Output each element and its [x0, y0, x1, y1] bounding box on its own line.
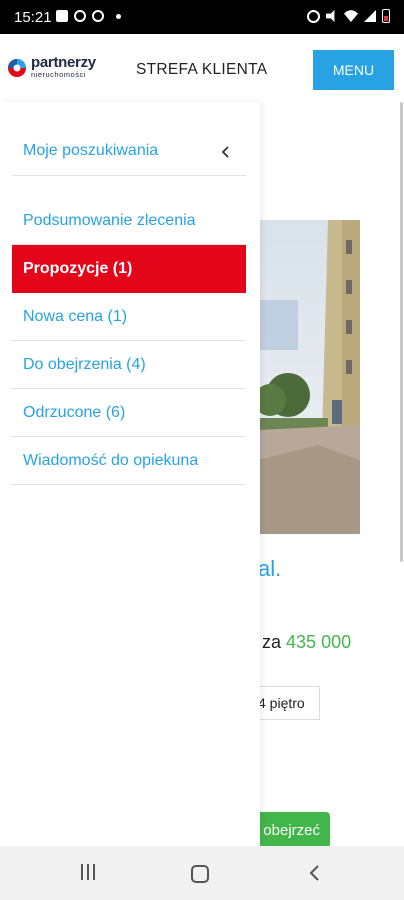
battery-icon	[382, 9, 390, 23]
home-icon[interactable]	[191, 865, 209, 883]
price-prefix: za	[262, 632, 282, 652]
price-value: 435 000	[286, 632, 352, 652]
listing-photo[interactable]	[258, 220, 360, 534]
drawer-item-proposals[interactable]: Propozycje (1)	[12, 245, 246, 293]
scrollbar-thumb[interactable]	[400, 102, 403, 562]
drawer-item-rejected[interactable]: Odrzucone (6)	[12, 389, 246, 437]
mute-icon	[326, 10, 335, 22]
notification-icons	[56, 10, 121, 22]
logo-drop-icon	[8, 59, 26, 77]
drawer-item-order-summary[interactable]: Podsumowanie zlecenia	[12, 198, 246, 245]
drawer-item-new-price[interactable]: Nowa cena (1)	[12, 293, 246, 341]
app-notification-icon	[74, 10, 86, 22]
alarm-icon	[307, 9, 320, 23]
side-drawer: Moje poszukiwania Podsumowanie zlecenia …	[0, 102, 260, 846]
status-time: 15:21	[14, 9, 52, 26]
logo-subtext: nieruchomości	[31, 70, 86, 79]
listing-price: za 435 000	[262, 632, 351, 653]
drawer-section-label: Moje poszukiwania	[23, 142, 159, 159]
page-side-margin	[360, 102, 404, 846]
listing-title-fragment[interactable]: al.	[258, 556, 281, 582]
recents-icon[interactable]	[78, 864, 98, 882]
drawer-header[interactable]: Moje poszukiwania	[12, 126, 246, 176]
partnerzy-logo[interactable]: partnerzy nieruchomości	[6, 54, 110, 82]
menu-button[interactable]: MENU	[313, 50, 394, 90]
gallery-notification-icon	[56, 10, 68, 22]
drawer-menu-list: Podsumowanie zlecenia Propozycje (1) Now…	[12, 198, 246, 485]
wifi-icon	[344, 10, 358, 22]
chevron-left-icon[interactable]	[218, 144, 234, 160]
back-icon[interactable]	[306, 864, 324, 882]
drawer-item-to-view[interactable]: Do obejrzenia (4)	[12, 341, 246, 389]
status-bar: 15:21	[0, 0, 404, 34]
more-notifications-icon	[116, 13, 121, 19]
app-header: partnerzy nieruchomości STREFA KLIENTA M…	[0, 34, 404, 102]
page-title: STREFA KLIENTA	[136, 61, 268, 78]
logo-text: partnerzy	[31, 54, 96, 71]
system-nav-bar	[0, 846, 404, 900]
whatsapp-notification-icon	[92, 10, 104, 22]
drawer-item-message-agent[interactable]: Wiadomość do opiekuna	[12, 437, 246, 485]
signal-icon	[364, 10, 376, 22]
system-icons	[307, 9, 390, 23]
schedule-viewing-button[interactable]: obejrzeć	[248, 812, 330, 848]
